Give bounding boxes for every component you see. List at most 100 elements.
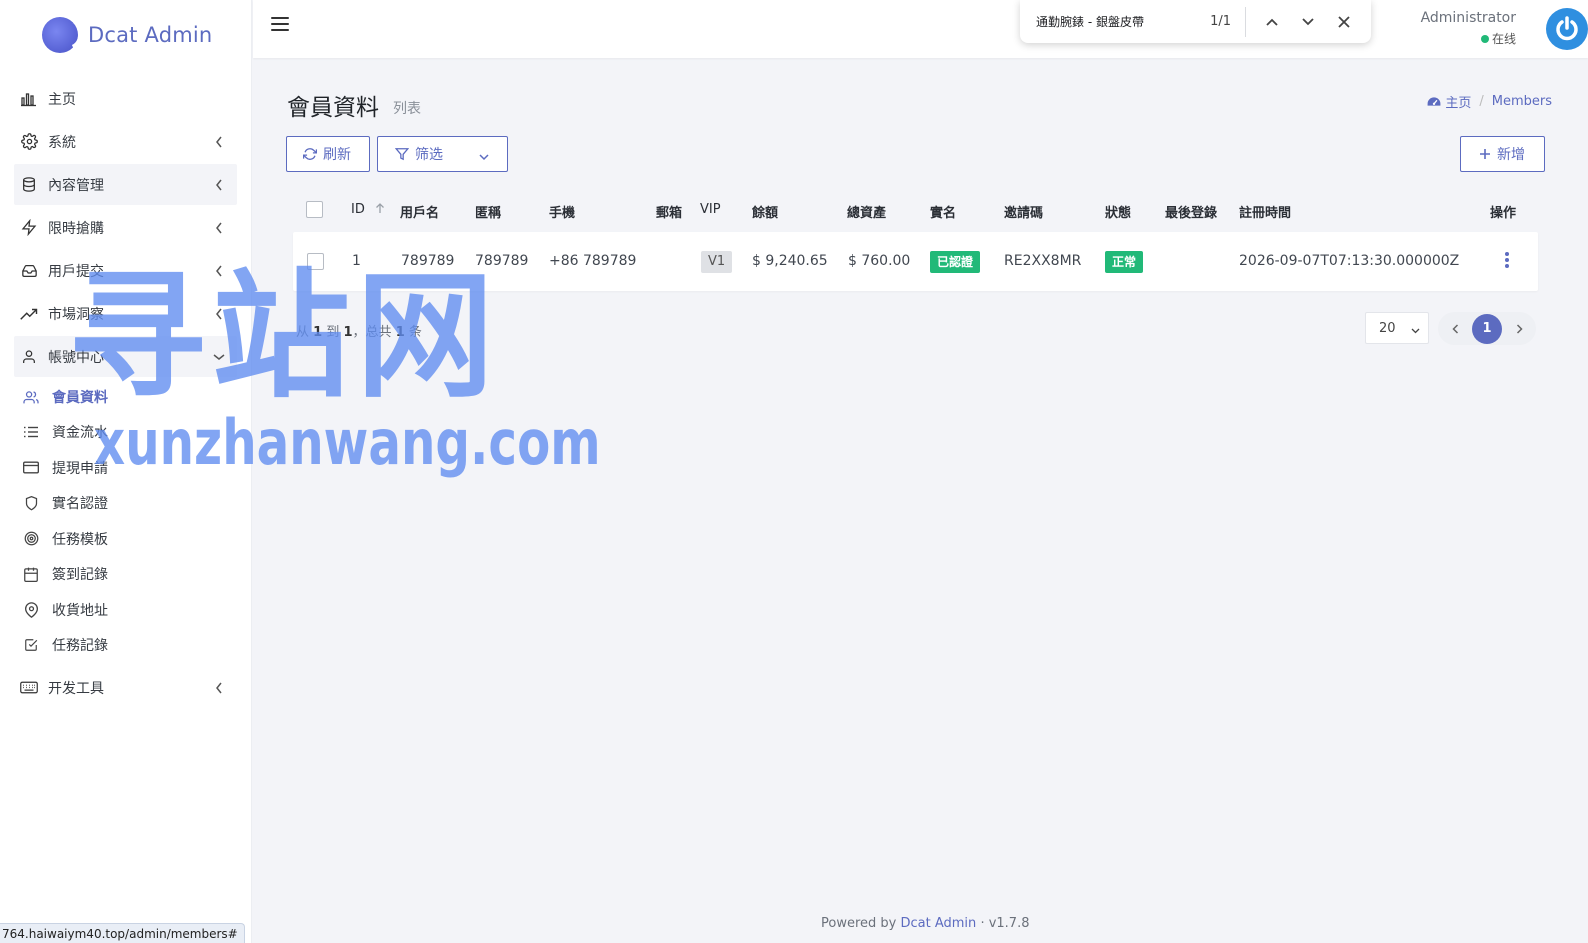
page-size-select[interactable]: 20: [1365, 312, 1429, 344]
dashboard-icon: [1427, 97, 1441, 106]
chevron-left-icon: [213, 682, 225, 694]
sidebar-nav: 主页 系統 內容管理 限時搶購 用戶提交 市場洞察 帳號中心: [0, 70, 251, 377]
find-close-button[interactable]: [1326, 7, 1362, 37]
find-next-button[interactable]: [1290, 7, 1326, 37]
sidebar-subitem-label: 資金流水: [52, 425, 108, 442]
column-header-id[interactable]: ID: [351, 202, 385, 217]
sidebar-subitem-label: 收貨地址: [52, 602, 108, 619]
cell-username: 789789: [401, 253, 455, 269]
column-header-registered: 註冊時間: [1239, 206, 1292, 221]
sidebar-item-label: 开发工具: [48, 680, 104, 697]
column-header-vip: VIP: [700, 202, 721, 217]
sidebar-subitem-label: 任務記錄: [52, 638, 108, 655]
chevron-left-icon: [213, 136, 225, 148]
inbox-icon: [18, 260, 40, 282]
chevron-up-icon: [1266, 18, 1278, 26]
row-actions-kebab-icon[interactable]: [1505, 252, 1509, 268]
sidebar-item-home[interactable]: 主页: [14, 78, 237, 119]
sort-arrow-up-icon[interactable]: [375, 203, 385, 214]
column-header-verified: 實名: [930, 206, 957, 221]
find-input[interactable]: 通勤腕錶 - 銀盤皮帶: [1020, 13, 1200, 30]
sidebar-subitem-label: 任務模板: [52, 531, 108, 548]
sidebar-item-label: 內容管理: [48, 177, 104, 194]
select-all-checkbox[interactable]: [306, 201, 323, 218]
sidebar-item-label: 主页: [48, 91, 76, 108]
sidebar-item-dev-tools[interactable]: 开发工具: [14, 667, 237, 708]
list-icon: [22, 423, 40, 441]
sidebar-item-shipping-address[interactable]: 收貨地址: [8, 592, 251, 628]
sidebar-item-fund-flow[interactable]: 資金流水: [8, 415, 251, 451]
lightning-icon: [18, 217, 40, 239]
sidebar-item-system[interactable]: 系統: [14, 121, 237, 162]
chevron-left-icon: [213, 265, 225, 277]
pagination: 1: [1438, 312, 1536, 345]
account-center-submenu: 會員資料 資金流水 提現申請 實名認證 任務模板 簽到記錄 收貨地址 任務記錄: [0, 379, 251, 663]
column-header-username: 用戶名: [400, 206, 440, 221]
check-square-icon: [22, 636, 40, 654]
column-header-phone: 手機: [549, 206, 576, 221]
power-icon: [1556, 16, 1578, 41]
footer: Powered by Dcat Admin · v1.7.8: [821, 916, 1029, 931]
sidebar-item-real-name[interactable]: 實名認證: [8, 486, 251, 522]
chevron-left-icon: [213, 308, 225, 320]
sidebar-item-content[interactable]: 內容管理: [14, 164, 237, 205]
brand[interactable]: Dcat Admin: [0, 0, 251, 70]
sidebar-item-label: 市場洞察: [48, 306, 104, 323]
calendar-icon: [22, 565, 40, 583]
cell-invite-code: RE2XX8MR: [1004, 253, 1082, 269]
cell-balance: $ 9,240.65: [752, 253, 828, 269]
sidebar-item-label: 帳號中心: [48, 349, 104, 366]
filter-button[interactable]: 筛选: [377, 136, 508, 172]
column-header-nickname: 匿稱: [475, 206, 502, 221]
sidebar-item-user-submissions[interactable]: 用戶提交: [14, 250, 237, 291]
sidebar-item-task-templates[interactable]: 任務模板: [8, 521, 251, 557]
page-number-current[interactable]: 1: [1472, 313, 1502, 344]
sidebar-subitem-label: 簽到記錄: [52, 567, 108, 584]
cell-id: 1: [352, 253, 361, 269]
create-button[interactable]: 新增: [1460, 136, 1545, 172]
sidebar-item-account-center[interactable]: 帳號中心: [14, 336, 237, 377]
column-header-email: 郵箱: [656, 206, 683, 221]
prev-page-button[interactable]: [1448, 322, 1462, 336]
row-checkbox[interactable]: [307, 253, 324, 270]
sidebar-subitem-label: 提現申請: [52, 460, 108, 477]
sidebar-item-flash-sale[interactable]: 限時搶購: [14, 207, 237, 248]
sidebar-item-withdrawals[interactable]: 提現申請: [8, 450, 251, 486]
refresh-icon: [303, 147, 317, 161]
online-dot-icon: [1480, 34, 1489, 43]
keyboard-icon: [18, 677, 40, 699]
refresh-button[interactable]: 刷新: [286, 136, 370, 172]
user-name[interactable]: Administrator: [1421, 10, 1516, 26]
sidebar-item-checkin-records[interactable]: 簽到記錄: [8, 557, 251, 593]
page-title: 會員資料: [287, 95, 379, 121]
sidebar-item-members[interactable]: 會員資料: [8, 379, 251, 415]
status-badge: 正常: [1105, 251, 1144, 273]
avatar[interactable]: [1546, 8, 1588, 50]
filter-button-label: 筛选: [415, 147, 443, 163]
brand-logo-icon: [42, 17, 78, 53]
sidebar-item-market-insight[interactable]: 市場洞察: [14, 293, 237, 334]
verified-badge: 已認證: [930, 251, 981, 273]
cell-phone: +86 789789: [549, 253, 637, 269]
breadcrumb-home-label: 主页: [1445, 96, 1472, 111]
sidebar-item-task-records[interactable]: 任務記錄: [8, 628, 251, 664]
credit-card-icon: [22, 459, 40, 477]
find-previous-button[interactable]: [1254, 7, 1290, 37]
user-icon: [18, 346, 40, 368]
filter-icon: [395, 147, 409, 161]
browser-status-url: 764.haiwaiym40.top/admin/members#: [0, 923, 245, 943]
page-size-value: 20: [1379, 320, 1396, 336]
user-status: 在线: [1480, 30, 1516, 47]
pagination-summary: 从 1 到 1，总共 1 条: [296, 325, 422, 340]
refresh-button-label: 刷新: [323, 147, 351, 163]
members-table: ID 用戶名 匿稱 手機 郵箱 VIP 餘額 總資產 實名 邀請碼 狀態 最後登…: [286, 186, 1546, 294]
menu-toggle-icon[interactable]: [271, 17, 289, 33]
close-icon: [1338, 15, 1350, 28]
next-page-button[interactable]: [1512, 322, 1526, 336]
column-header-actions: 操作: [1490, 206, 1517, 221]
column-header-assets: 總資產: [847, 206, 887, 221]
breadcrumb-home[interactable]: 主页: [1427, 92, 1471, 111]
footer-link[interactable]: Dcat Admin: [901, 916, 977, 931]
database-icon: [18, 174, 40, 196]
chevron-left-icon: [213, 179, 225, 191]
